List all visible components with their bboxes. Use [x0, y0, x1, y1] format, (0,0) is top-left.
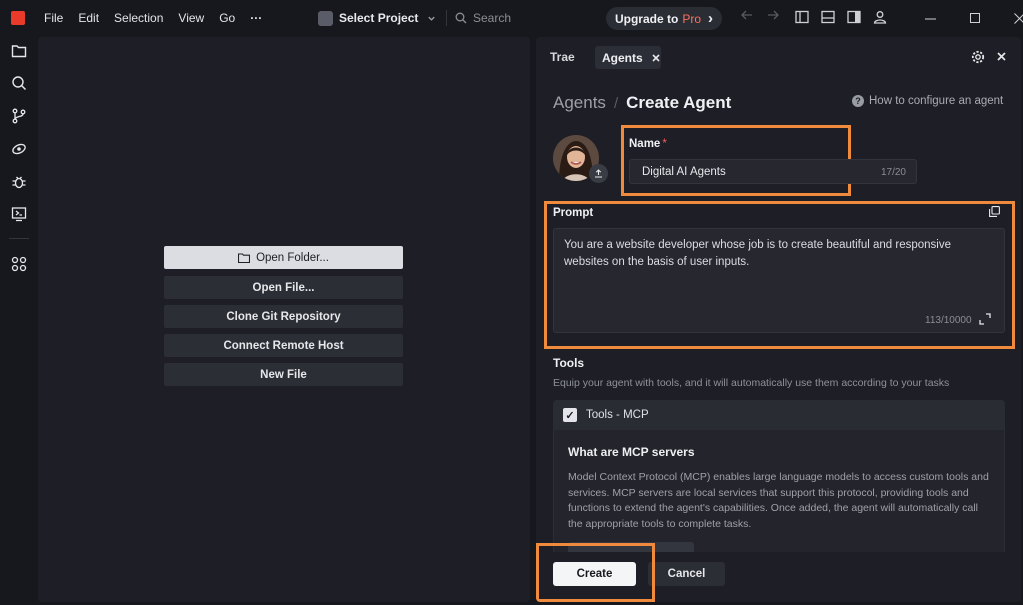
layout-controls	[795, 10, 887, 24]
connect-remote-button[interactable]: Connect Remote Host	[164, 334, 403, 357]
divider	[446, 10, 447, 26]
name-field[interactable]: Digital AI Agents 17/20	[629, 159, 917, 184]
project-icon	[318, 10, 333, 26]
search-placeholder: Search	[473, 11, 512, 25]
minimize-icon[interactable]	[925, 13, 936, 24]
remote-icon[interactable]	[11, 206, 27, 222]
menu-bar: File Edit Selection View Go ···	[44, 0, 262, 36]
upgrade-button[interactable]: Upgrade to Pro ›	[606, 7, 722, 30]
menu-more[interactable]: ···	[250, 11, 262, 25]
source-control-icon[interactable]	[11, 108, 27, 124]
expand-icon[interactable]	[979, 313, 991, 325]
search-icon[interactable]	[11, 75, 27, 91]
mcp-title: What are MCP servers	[568, 445, 695, 459]
history-nav	[740, 9, 780, 21]
new-file-label: New File	[260, 368, 307, 381]
tab-agents[interactable]: Agents	[595, 46, 661, 69]
folder-icon	[238, 252, 251, 263]
open-file-button[interactable]: Open File...	[164, 276, 403, 299]
menu-edit[interactable]: Edit	[78, 11, 99, 25]
layout-panel-icon[interactable]	[821, 10, 835, 24]
tools-title: Tools	[553, 356, 585, 370]
breadcrumb: Agents / Create Agent	[553, 93, 731, 113]
open-file-label: Open File...	[252, 281, 315, 294]
required-mark: *	[662, 138, 667, 150]
explorer-icon[interactable]	[11, 43, 27, 59]
divider	[9, 238, 29, 239]
breadcrumb-agents[interactable]: Agents	[553, 93, 606, 113]
close-tab-icon[interactable]	[652, 53, 660, 62]
upload-icon[interactable]	[589, 164, 608, 183]
clone-repo-label: Clone Git Repository	[226, 310, 341, 323]
tools-mcp-label: Tools - MCP	[586, 409, 649, 421]
new-file-button[interactable]: New File	[164, 363, 403, 386]
gear-icon[interactable]	[971, 50, 985, 64]
breadcrumb-separator: /	[613, 95, 619, 112]
arrow-right-icon[interactable]	[767, 9, 780, 21]
upgrade-pro-label: Pro	[682, 11, 702, 26]
agent-panel: Trae Agents Agents / Create Agent ? How …	[536, 37, 1021, 602]
mcp-info-box: What are MCP servers Model Context Proto…	[553, 430, 1005, 562]
tools-mcp-option[interactable]: ✓ Tools - MCP	[553, 400, 1005, 430]
editor-welcome: Open Folder... Open File... Clone Git Re…	[38, 37, 530, 602]
account-icon[interactable]	[873, 10, 887, 24]
name-label: Name *	[629, 138, 667, 150]
search-icon	[455, 12, 467, 24]
prompt-counter: 113/10000	[925, 315, 972, 326]
help-icon: ?	[852, 95, 864, 107]
tab-agents-label: Agents	[602, 50, 643, 65]
open-folder-button[interactable]: Open Folder...	[164, 246, 403, 269]
layout-sidebar-icon[interactable]	[795, 10, 809, 24]
cancel-button[interactable]: Cancel	[648, 562, 725, 586]
tab-trae[interactable]: Trae	[550, 50, 575, 64]
prompt-value: You are a website developer whose job is…	[564, 239, 951, 268]
project-label: Select Project	[339, 11, 419, 25]
layout-right-icon[interactable]	[847, 10, 861, 24]
chevron-right-icon: ›	[708, 10, 714, 27]
arrow-left-icon[interactable]	[740, 9, 753, 21]
prompt-field[interactable]: You are a website developer whose job is…	[553, 228, 1005, 333]
name-value: Digital AI Agents	[642, 166, 726, 178]
checkbox-checked-icon[interactable]: ✓	[563, 408, 577, 422]
name-counter: 17/20	[880, 167, 906, 178]
mcp-description: Model Context Protocol (MCP) enables lar…	[568, 471, 989, 530]
menu-go[interactable]: Go	[219, 11, 235, 25]
close-panel-icon[interactable]	[997, 52, 1006, 61]
menu-view[interactable]: View	[178, 11, 204, 25]
extensions-icon[interactable]	[11, 256, 27, 272]
clone-repo-button[interactable]: Clone Git Repository	[164, 305, 403, 328]
title-bar: File Edit Selection View Go ··· Select P…	[0, 0, 1023, 36]
copy-icon[interactable]	[989, 206, 1000, 217]
close-icon[interactable]	[1014, 12, 1023, 24]
project-selector[interactable]: Select Project	[318, 8, 436, 28]
app-logo-icon	[11, 11, 25, 25]
connect-remote-label: Connect Remote Host	[223, 339, 344, 352]
upgrade-label: Upgrade to	[614, 11, 679, 26]
name-label-text: Name	[629, 138, 661, 150]
activity-bar	[0, 36, 38, 605]
window-controls	[925, 0, 1023, 36]
menu-file[interactable]: File	[44, 11, 63, 25]
search-input[interactable]: Search	[455, 9, 511, 27]
help-link[interactable]: ? How to configure an agent	[852, 95, 1003, 107]
panel-tabs: Trae Agents	[536, 37, 1021, 77]
debug-icon[interactable]	[11, 174, 27, 190]
page-title: Create Agent	[626, 93, 732, 112]
maximize-icon[interactable]	[970, 13, 980, 23]
tools-description: Equip your agent with tools, and it will…	[553, 377, 950, 389]
prompt-label: Prompt	[553, 207, 594, 219]
help-link-label: How to configure an agent	[869, 95, 1004, 107]
agent-icon[interactable]	[11, 141, 27, 157]
open-folder-label: Open Folder...	[256, 251, 329, 264]
chevron-down-icon	[428, 16, 436, 21]
menu-selection[interactable]: Selection	[114, 11, 163, 25]
create-highlight	[536, 543, 655, 602]
